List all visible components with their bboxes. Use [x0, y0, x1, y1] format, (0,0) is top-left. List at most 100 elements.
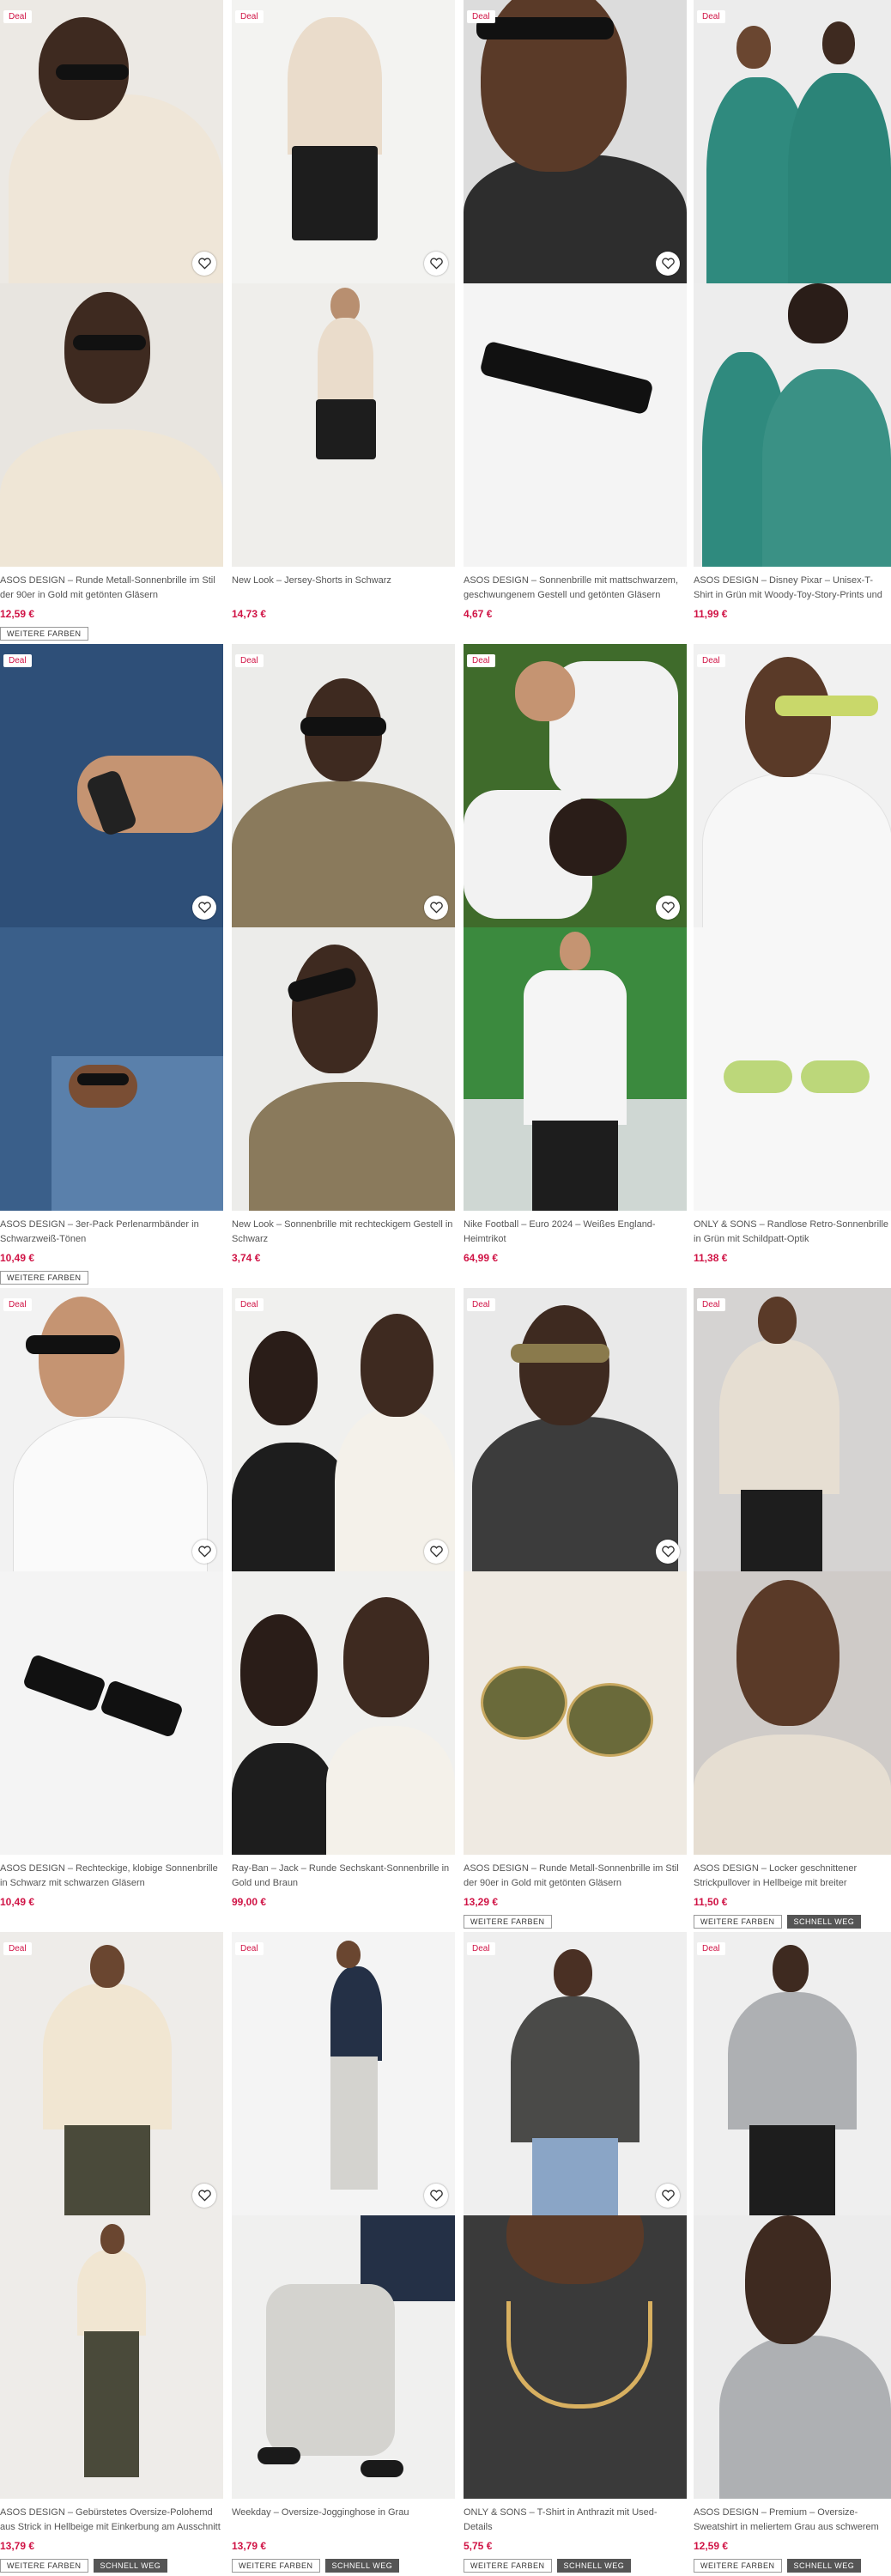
product-title[interactable]: ONLY & SONS – T-Shirt in Anthrazit mit U… — [464, 2506, 685, 2535]
product-title[interactable]: ASOS DESIGN – Runde Metall-Sonnenbrille … — [0, 574, 221, 603]
product-image[interactable] — [694, 0, 891, 283]
product-title[interactable]: ASOS DESIGN – Locker geschnittener Stric… — [694, 1862, 889, 1891]
product-card[interactable]: Deal ASOS DESIGN – Gebürstetes Oversize-… — [0, 1932, 223, 2576]
product-image-alt[interactable] — [464, 1571, 687, 1855]
product-image[interactable] — [464, 1288, 687, 1571]
product-price: 4,67 € — [464, 608, 493, 620]
product-card[interactable]: Deal ONLY & SONS – T-Shirt in Anthrazit … — [464, 1932, 687, 2576]
wishlist-heart-icon[interactable] — [656, 2184, 680, 2208]
wishlist-heart-icon[interactable] — [424, 252, 448, 276]
product-image-alt[interactable] — [464, 2215, 687, 2499]
product-info: ASOS DESIGN – Rechteckige, klobige Sonne… — [0, 1862, 221, 1908]
product-image[interactable] — [464, 644, 687, 927]
product-image[interactable] — [232, 1288, 455, 1571]
wishlist-heart-icon[interactable] — [656, 252, 680, 276]
product-title[interactable]: Ray-Ban – Jack – Runde Sechskant-Sonnenb… — [232, 1862, 453, 1891]
product-image[interactable] — [0, 1288, 223, 1571]
product-price: 13,79 € — [0, 2540, 35, 2552]
product-title[interactable]: New Look – Sonnenbrille mit rechteckigem… — [232, 1218, 453, 1247]
product-card[interactable]: Deal ASOS DESIGN – Premium – Oversize-Sw… — [694, 1932, 891, 2576]
product-info: Weekday – Oversize-Jogginghose in Grau 1… — [232, 2506, 453, 2573]
wishlist-heart-icon[interactable] — [192, 252, 216, 276]
product-card[interactable]: Deal ASOS DESIGN – Sonnenbrille mit matt… — [464, 0, 687, 644]
product-image-alt[interactable] — [232, 2215, 455, 2499]
product-title[interactable]: ASOS DESIGN – Disney Pixar – Unisex-T-Sh… — [694, 574, 889, 603]
product-image-alt[interactable] — [232, 283, 455, 567]
product-card[interactable]: Deal Ray-Ban – Jack – Runde Sechskant-So… — [232, 1288, 455, 1932]
wishlist-heart-icon[interactable] — [192, 896, 216, 920]
product-title[interactable]: ASOS DESIGN – Premium – Oversize-Sweatsh… — [694, 2506, 889, 2535]
product-title[interactable]: ONLY & SONS – Randlose Retro-Sonnenbrill… — [694, 1218, 889, 1247]
wishlist-heart-icon[interactable] — [656, 896, 680, 920]
product-image-alt[interactable] — [694, 1571, 891, 1855]
product-image-alt[interactable] — [464, 927, 687, 1211]
product-image[interactable] — [694, 644, 891, 927]
product-image[interactable] — [694, 1288, 891, 1571]
wishlist-heart-icon[interactable] — [424, 1540, 448, 1564]
quick-sell-badge: SCHNELL WEG — [786, 1915, 862, 1929]
more-colors-badge[interactable]: WEITERE FARBEN — [0, 2559, 88, 2573]
product-image-alt[interactable] — [694, 927, 891, 1211]
product-image-alt[interactable] — [232, 927, 455, 1211]
product-image[interactable] — [694, 1932, 891, 2215]
product-image-alt[interactable] — [232, 1571, 455, 1855]
product-card[interactable]: Deal ASOS DESIGN – Runde Metall-Sonnenbr… — [464, 1288, 687, 1932]
quick-sell-badge: SCHNELL WEG — [93, 2559, 168, 2573]
product-card[interactable]: Deal ASOS DESIGN – Locker geschnittener … — [694, 1288, 891, 1932]
product-image-alt[interactable] — [0, 283, 223, 567]
more-colors-badge[interactable]: WEITERE FARBEN — [0, 627, 88, 641]
product-title[interactable]: ASOS DESIGN – 3er-Pack Perlenarmbänder i… — [0, 1218, 221, 1247]
product-row: Deal ASOS DESIGN – Gebürstetes Oversize-… — [0, 1932, 891, 2576]
wishlist-heart-icon[interactable] — [656, 1540, 680, 1564]
more-colors-badge[interactable]: WEITERE FARBEN — [0, 1271, 88, 1285]
product-image-alt[interactable] — [0, 927, 223, 1211]
more-colors-badge[interactable]: WEITERE FARBEN — [464, 1915, 552, 1929]
wishlist-heart-icon[interactable] — [192, 2184, 216, 2208]
product-title[interactable]: ASOS DESIGN – Gebürstetes Oversize-Poloh… — [0, 2506, 221, 2535]
product-image[interactable] — [0, 0, 223, 283]
product-image[interactable] — [464, 0, 687, 283]
product-card[interactable]: Deal Nike Football – Euro 2024 – Weißes … — [464, 644, 687, 1288]
product-card[interactable]: Deal ASOS DESIGN – Disney Pixar – Unisex… — [694, 0, 891, 644]
product-title[interactable]: New Look – Jersey-Shorts in Schwarz — [232, 574, 453, 603]
product-image[interactable] — [0, 644, 223, 927]
product-title[interactable]: Nike Football – Euro 2024 – Weißes Engla… — [464, 1218, 685, 1247]
product-image[interactable] — [232, 0, 455, 283]
product-title[interactable]: Weekday – Oversize-Jogginghose in Grau — [232, 2506, 453, 2535]
product-card[interactable]: Deal New Look – Jersey-Shorts in Schwarz… — [232, 0, 455, 644]
more-colors-badge[interactable]: WEITERE FARBEN — [232, 2559, 320, 2573]
product-info: New Look – Sonnenbrille mit rechteckigem… — [232, 1218, 453, 1264]
deal-badge: Deal — [3, 10, 32, 23]
product-image[interactable] — [464, 1932, 687, 2215]
product-card[interactable]: Deal ASOS DESIGN – Rechteckige, klobige … — [0, 1288, 223, 1932]
product-card[interactable]: Deal ASOS DESIGN – 3er-Pack Perlenarmbän… — [0, 644, 223, 1288]
product-price: 11,50 € — [694, 1896, 728, 1908]
product-card[interactable]: Deal Weekday – Oversize-Jogginghose in G… — [232, 1932, 455, 2576]
quick-sell-badge: SCHNELL WEG — [556, 2559, 632, 2573]
wishlist-heart-icon[interactable] — [424, 2184, 448, 2208]
product-image[interactable] — [232, 644, 455, 927]
more-colors-badge[interactable]: WEITERE FARBEN — [464, 2559, 552, 2573]
product-info: ASOS DESIGN – Runde Metall-Sonnenbrille … — [0, 574, 221, 641]
product-card[interactable]: Deal New Look – Sonnenbrille mit rechtec… — [232, 644, 455, 1288]
product-image-alt[interactable] — [0, 2215, 223, 2499]
wishlist-heart-icon[interactable] — [192, 1540, 216, 1564]
product-price: 10,49 € — [0, 1896, 35, 1908]
more-colors-badge[interactable]: WEITERE FARBEN — [694, 2559, 782, 2573]
product-image[interactable] — [0, 1932, 223, 2215]
wishlist-heart-icon[interactable] — [424, 896, 448, 920]
product-image[interactable] — [232, 1932, 455, 2215]
product-title[interactable]: ASOS DESIGN – Runde Metall-Sonnenbrille … — [464, 1862, 685, 1891]
product-card[interactable]: Deal ASOS DESIGN – Runde Metall-Sonnenbr… — [0, 0, 223, 644]
product-title[interactable]: ASOS DESIGN – Sonnenbrille mit mattschwa… — [464, 574, 685, 603]
product-image-alt[interactable] — [464, 283, 687, 567]
more-colors-badge[interactable]: WEITERE FARBEN — [694, 1915, 782, 1929]
deal-badge: Deal — [235, 1942, 264, 1955]
product-title[interactable]: ASOS DESIGN – Rechteckige, klobige Sonne… — [0, 1862, 221, 1891]
product-info: ASOS DESIGN – Runde Metall-Sonnenbrille … — [464, 1862, 685, 1929]
product-image-alt[interactable] — [0, 1571, 223, 1855]
product-image-alt[interactable] — [694, 283, 891, 567]
product-row: Deal ASOS DESIGN – Runde Metall-Sonnenbr… — [0, 0, 891, 644]
product-card[interactable]: Deal ONLY & SONS – Randlose Retro-Sonnen… — [694, 644, 891, 1288]
product-image-alt[interactable] — [694, 2215, 891, 2499]
